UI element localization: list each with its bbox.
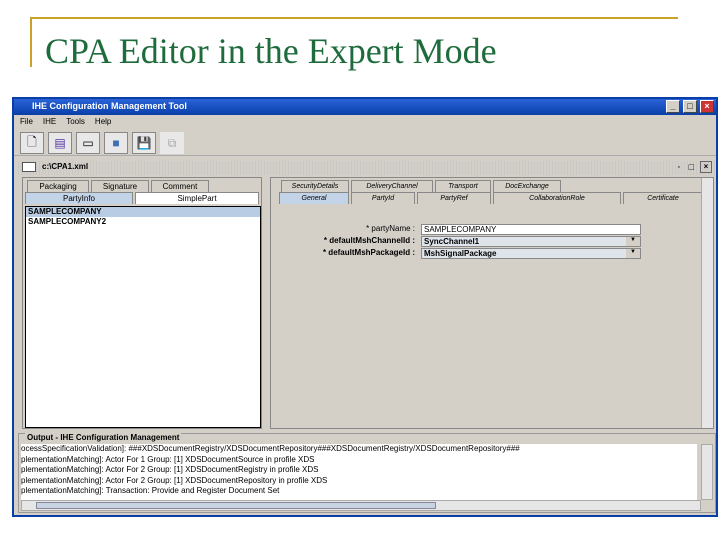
- tab-certificate[interactable]: Certificate: [623, 192, 703, 204]
- save-icon[interactable]: 💾: [132, 132, 156, 154]
- channel-select[interactable]: SyncChannel1 ▼: [421, 236, 641, 247]
- package-value: MshSignalPackage: [424, 249, 497, 258]
- tab-security-details[interactable]: SecurityDetails: [281, 180, 349, 192]
- channel-value: SyncChannel1: [424, 237, 480, 246]
- slide-title: CPA Editor in the Expert Mode: [45, 31, 497, 71]
- output-title: Output - IHE Configuration Management: [25, 433, 182, 442]
- package-select[interactable]: MshSignalPackage ▼: [421, 248, 641, 259]
- window-title: IHE Configuration Management Tool: [32, 101, 187, 111]
- tab-doc-exchange[interactable]: DocExchange: [493, 180, 561, 192]
- party-name-label: * partyName :: [366, 224, 415, 233]
- tab-comment[interactable]: Comment: [151, 180, 209, 192]
- toolbar: 🗋 ▤ ▭ ■ 💾 ⧉: [14, 130, 716, 156]
- log-line: plementationMatching]: Actor For 2 Group…: [21, 475, 328, 485]
- package-row: * defaultMshPackageId : MshSignalPackage…: [271, 248, 715, 259]
- list-item[interactable]: SAMPLECOMPANY: [26, 207, 260, 217]
- card-icon[interactable]: ▭: [76, 132, 100, 154]
- vertical-scrollbar[interactable]: [701, 178, 713, 428]
- output-vertical-scrollbar[interactable]: [701, 444, 713, 500]
- copy-icon: ⧉: [160, 132, 184, 154]
- tab-partyref[interactable]: PartyRef: [417, 192, 491, 204]
- tab-packaging[interactable]: Packaging: [27, 180, 89, 192]
- party-detail-panel: SecurityDetails DeliveryChannel Transpor…: [270, 177, 714, 429]
- tab-collaboration-role[interactable]: CollaborationRole: [493, 192, 621, 204]
- title-rule-vertical: [30, 17, 32, 67]
- party-name-row: * partyName : SAMPLECOMPANY: [271, 224, 715, 235]
- output-log: ocessSpecificationValidation]: ###XDSDoc…: [21, 444, 697, 500]
- tab-partyid[interactable]: PartyId: [351, 192, 415, 204]
- new-doc-icon[interactable]: 🗋: [20, 132, 44, 154]
- log-line: plementationMatching]: Transaction: Prov…: [21, 486, 280, 495]
- channel-label: * defaultMshChannelId :: [323, 236, 415, 245]
- output-horizontal-scrollbar[interactable]: [21, 500, 701, 511]
- tab-general[interactable]: General: [279, 192, 349, 204]
- document-frame-title: c:\CPA1.xml × □ ▫: [18, 161, 716, 175]
- frame-close-button[interactable]: ×: [700, 161, 712, 173]
- party-name-input[interactable]: SAMPLECOMPANY: [421, 224, 641, 235]
- menu-file[interactable]: File: [20, 117, 33, 127]
- package-label: * defaultMshPackageId :: [322, 248, 415, 257]
- scroll-thumb[interactable]: [36, 502, 436, 509]
- party-list-panel: Packaging Signature Comment PartyInfo Si…: [22, 177, 262, 429]
- party-list: SAMPLECOMPANY SAMPLECOMPANY2: [25, 206, 261, 428]
- close-button[interactable]: ×: [700, 100, 714, 113]
- title-bar: IHE Configuration Management Tool _ □ ×: [14, 99, 716, 115]
- app-window: IHE Configuration Management Tool _ □ × …: [12, 97, 718, 517]
- chevron-down-icon[interactable]: ▼: [626, 237, 640, 246]
- tab-transport[interactable]: Transport: [435, 180, 491, 192]
- list-item[interactable]: SAMPLECOMPANY2: [26, 217, 260, 227]
- edit-doc-icon[interactable]: ▤: [48, 132, 72, 154]
- menu-bar: File IHE Tools Help: [14, 115, 716, 129]
- minimize-button[interactable]: _: [666, 100, 680, 113]
- log-line: plementationMatching]: Actor For 2 Group…: [21, 465, 319, 474]
- menu-tools[interactable]: Tools: [66, 117, 85, 127]
- maximize-button[interactable]: □: [683, 100, 697, 113]
- open-folder-icon[interactable]: ■: [104, 132, 128, 154]
- chevron-down-icon[interactable]: ▼: [626, 249, 640, 258]
- frame-minimize-button[interactable]: ▫: [678, 164, 680, 171]
- menu-ihe[interactable]: IHE: [43, 117, 56, 127]
- tab-delivery-channel[interactable]: DeliveryChannel: [351, 180, 433, 192]
- channel-row: * defaultMshChannelId : SyncChannel1 ▼: [271, 236, 715, 247]
- title-rule: [30, 17, 678, 19]
- output-panel: Output - IHE Configuration Management oc…: [18, 433, 716, 513]
- log-line: plementationMatching]: Actor For 1 Group…: [21, 454, 315, 464]
- tab-simplepart[interactable]: SimplePart: [135, 192, 259, 204]
- tab-signature[interactable]: Signature: [91, 180, 149, 192]
- tab-partyinfo[interactable]: PartyInfo: [25, 192, 133, 204]
- log-line: ocessSpecificationValidation]: ###XDSDoc…: [21, 444, 520, 453]
- frame-maximize-button[interactable]: □: [689, 162, 694, 172]
- document-title: c:\CPA1.xml: [42, 162, 89, 171]
- menu-help[interactable]: Help: [95, 117, 111, 127]
- document-icon: [22, 162, 36, 172]
